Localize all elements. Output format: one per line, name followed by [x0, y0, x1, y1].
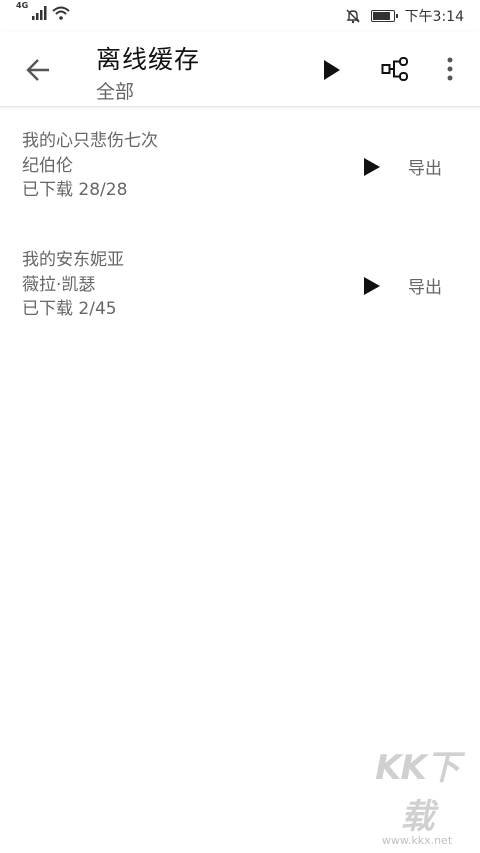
- graph-icon: [381, 57, 408, 81]
- play-icon: [364, 158, 380, 176]
- status-left: 4G: [16, 2, 70, 20]
- play-icon: [364, 277, 380, 295]
- network-type: 4G: [16, 1, 29, 10]
- status-right: 下午3:14: [345, 6, 464, 26]
- signal-icon: [32, 6, 47, 20]
- status-bar: 4G 下午3:14: [0, 0, 480, 32]
- export-button[interactable]: 导出: [408, 154, 442, 179]
- item-play-button[interactable]: [358, 270, 386, 302]
- wifi-icon: [52, 6, 70, 20]
- item-progress: 已下载 28/28: [22, 180, 128, 200]
- more-options-button[interactable]: [438, 54, 462, 84]
- app-bar: 离线缓存 全部: [0, 32, 480, 107]
- back-arrow-icon: [26, 59, 49, 81]
- battery-icon: [370, 10, 398, 22]
- item-artist: 纪伯伦: [22, 155, 73, 176]
- watermark-logo: KK下载: [375, 748, 460, 837]
- back-button[interactable]: [22, 54, 54, 86]
- more-vertical-icon: [447, 57, 453, 81]
- watermark-url: www.kkx.net: [381, 834, 453, 847]
- play-all-button[interactable]: [318, 56, 346, 84]
- item-title: 我的安东妮亚: [22, 250, 124, 270]
- item-title: 我的心只悲伤七次: [22, 131, 158, 151]
- page-title: 离线缓存: [96, 45, 201, 74]
- play-icon: [324, 60, 340, 80]
- notifications-off-icon: [345, 9, 360, 24]
- item-info: 我的心只悲伤七次 纪伯伦 已下载 28/28: [22, 129, 158, 203]
- item-artist: 薇拉·凯瑟: [22, 274, 96, 295]
- graph-button[interactable]: [380, 54, 410, 84]
- page-subtitle[interactable]: 全部: [96, 77, 134, 104]
- export-button[interactable]: 导出: [408, 273, 442, 298]
- item-info: 我的安东妮亚 薇拉·凯瑟 已下载 2/45: [22, 248, 124, 322]
- list-item[interactable]: 我的心只悲伤七次 纪伯伦 已下载 28/28 导出: [0, 107, 480, 226]
- cache-list: 我的心只悲伤七次 纪伯伦 已下载 28/28 导出 我的安东妮亚 薇拉·凯瑟 已…: [0, 107, 480, 345]
- watermark: KK下载 www.kkx.net: [362, 740, 472, 847]
- status-time: 下午3:14: [404, 9, 464, 25]
- list-item[interactable]: 我的安东妮亚 薇拉·凯瑟 已下载 2/45 导出: [0, 226, 480, 345]
- item-play-button[interactable]: [358, 151, 386, 183]
- item-progress: 已下载 2/45: [22, 299, 117, 319]
